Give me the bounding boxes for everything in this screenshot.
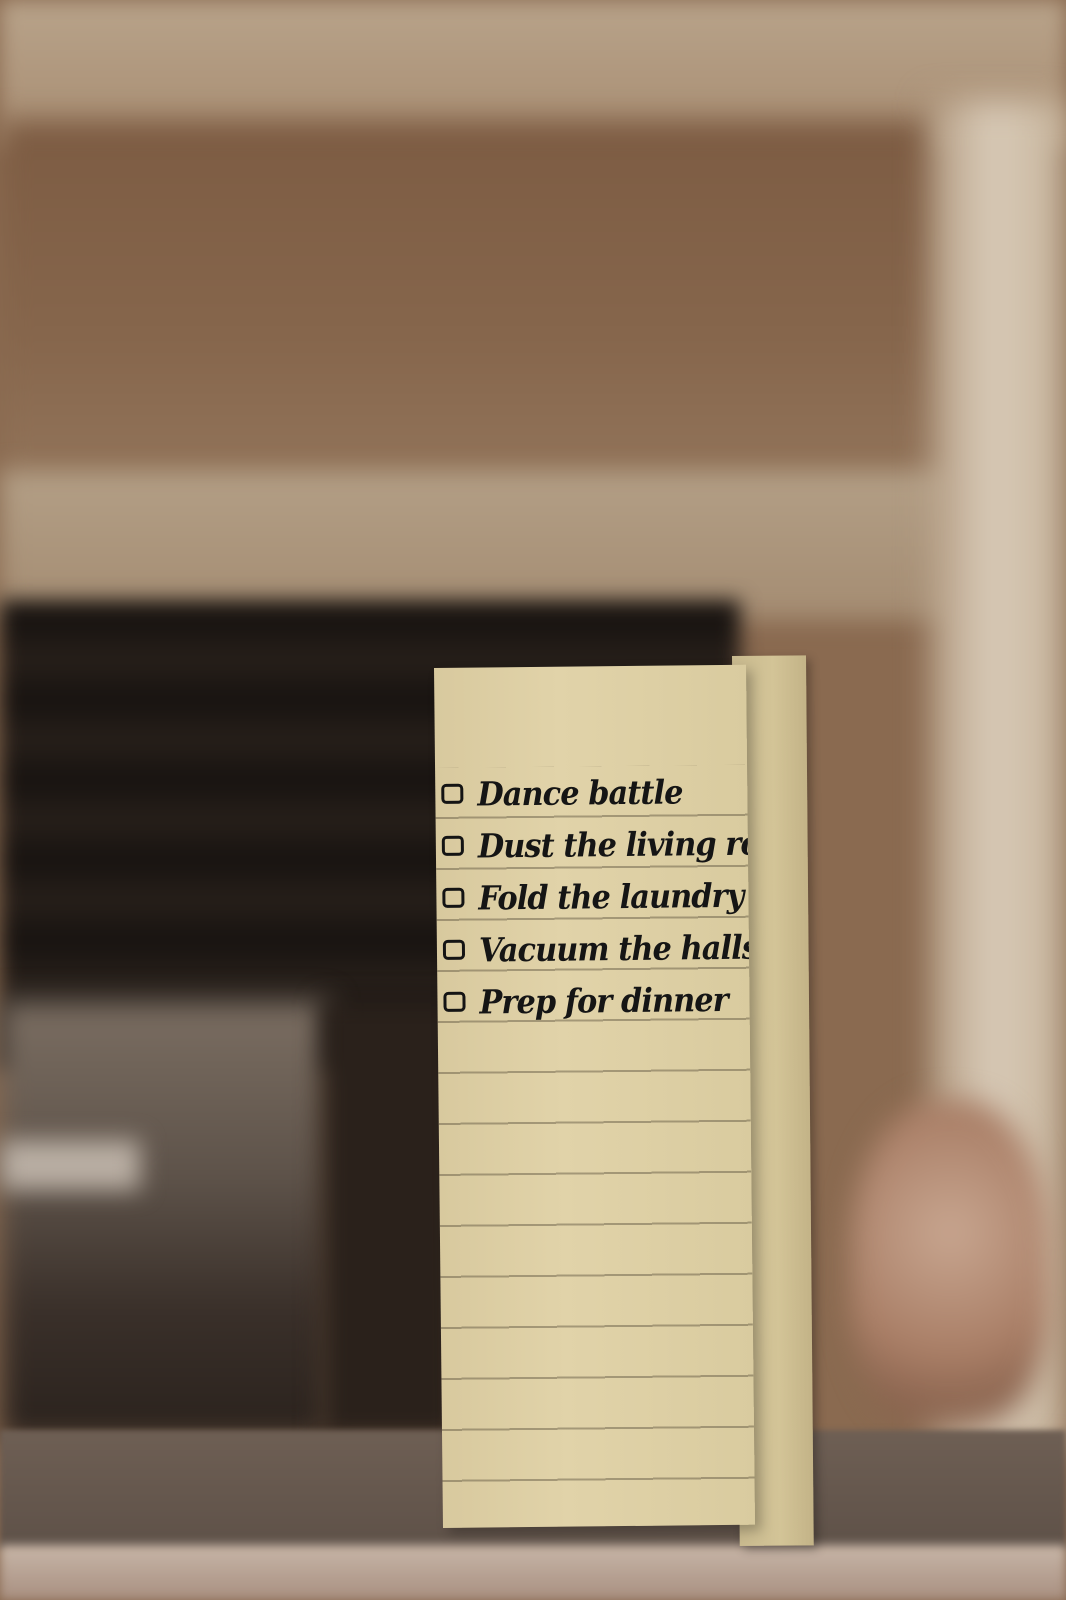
checkbox-icon: [442, 887, 465, 908]
todo-list: Dance battle Dust the living room Fold t…: [435, 765, 755, 1028]
checkbox-icon: [443, 991, 466, 1012]
mantel: [0, 470, 960, 620]
checkbox-icon: [441, 835, 464, 856]
todo-text: Vacuum the halls: [478, 927, 755, 970]
fireplace-lower: [0, 1000, 330, 1440]
firebox-light: [0, 1140, 140, 1190]
todo-text: Prep for dinner: [479, 979, 728, 1022]
dried-flowers: [850, 1100, 1050, 1430]
photo-scene: Dance battle Dust the living room Fold t…: [0, 0, 1066, 1600]
todo-item: Vacuum the halls: [437, 921, 755, 976]
table-edge: [0, 1545, 1066, 1600]
checkbox-icon: [441, 783, 464, 804]
todo-item: Fold the laundry: [436, 869, 755, 924]
checkbox-icon: [442, 939, 466, 960]
todo-text: Fold the laundry: [478, 875, 744, 918]
todo-item: Prep for dinner: [437, 973, 755, 1028]
wall-panel: [0, 120, 940, 480]
sticky-note: Dance battle Dust the living room Fold t…: [434, 664, 755, 1528]
todo-item: Dust the living room: [436, 817, 755, 872]
todo-text: Dust the living room: [477, 822, 755, 866]
todo-text: Dance battle: [477, 771, 683, 814]
todo-item: Dance battle: [435, 765, 755, 820]
